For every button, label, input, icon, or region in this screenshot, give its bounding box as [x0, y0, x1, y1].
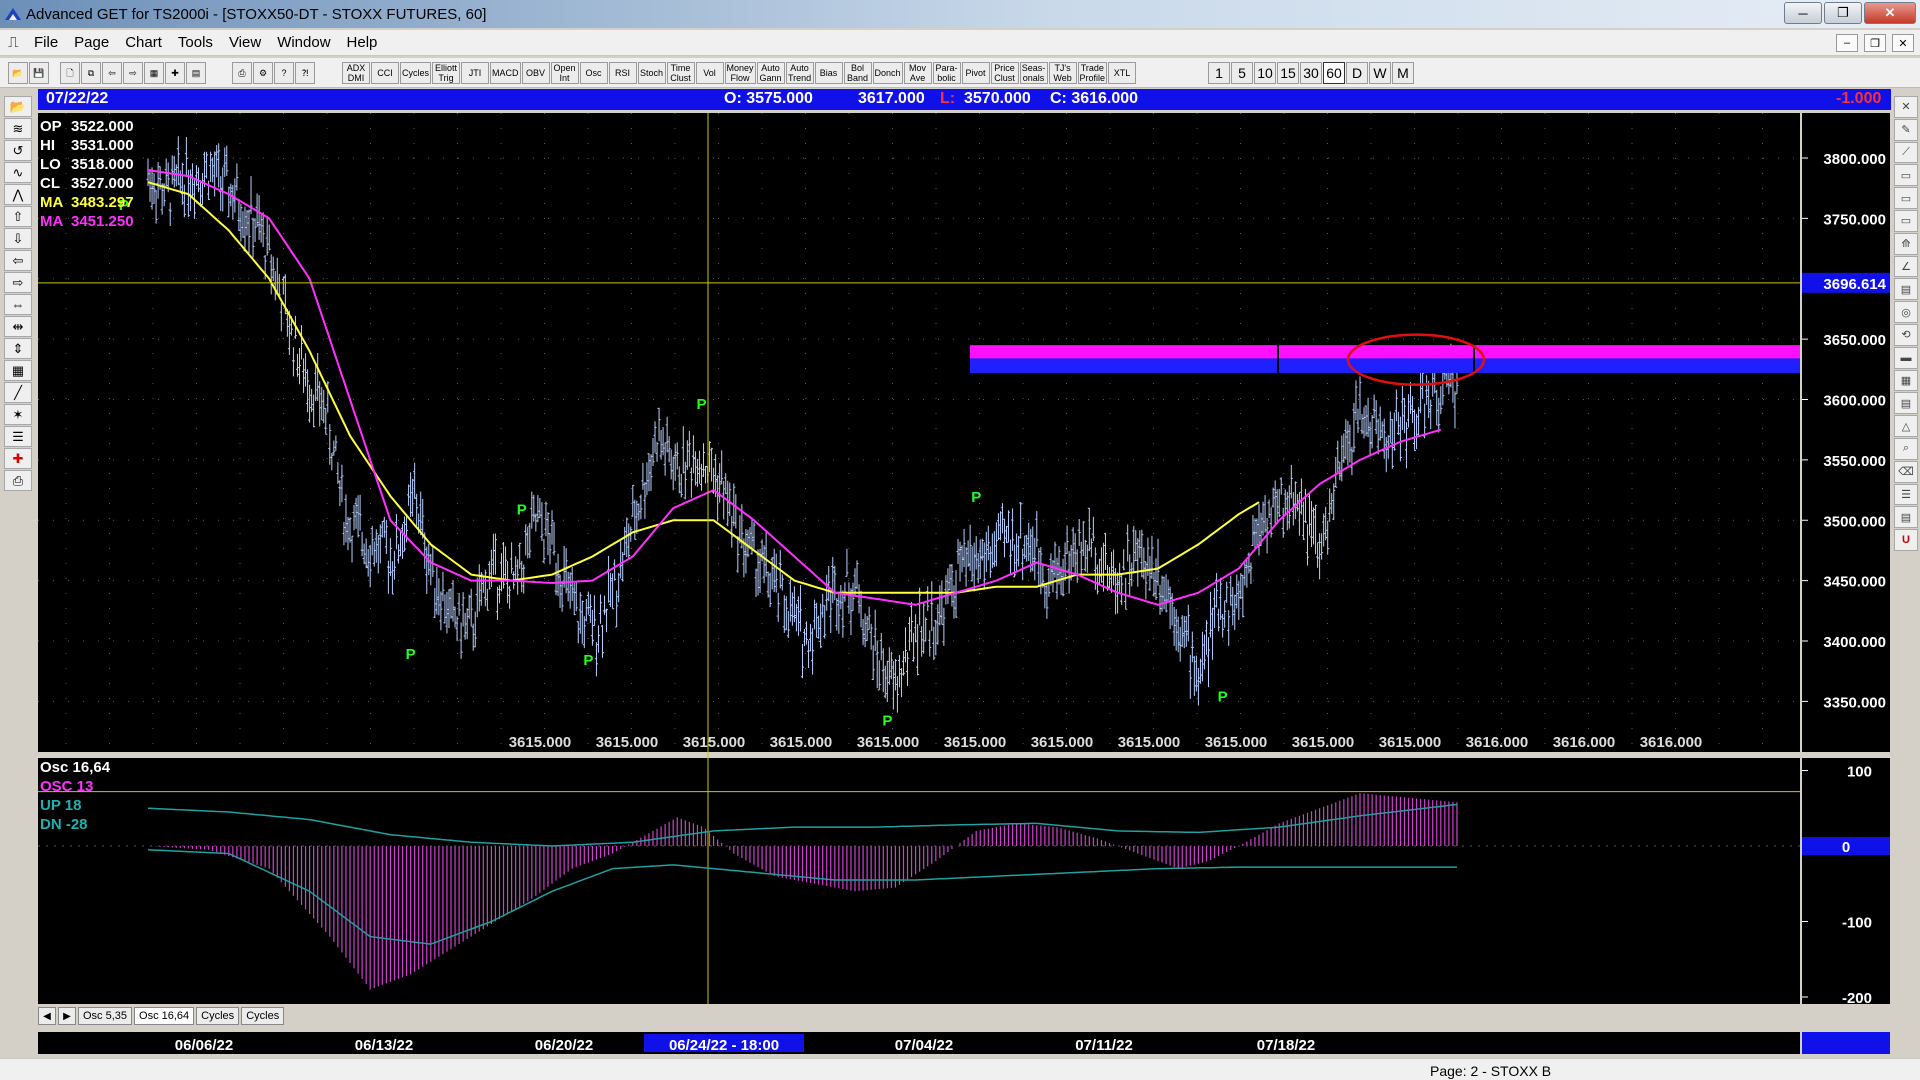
- resistance-zone-top[interactable]: [970, 345, 1800, 359]
- osc-tick-label: -200: [1842, 990, 1872, 1007]
- bottom-value-label: 3616.000: [1640, 734, 1703, 751]
- tab-osc-16-64[interactable]: Osc 16,64: [134, 1007, 195, 1025]
- legend-value: 3451.250: [71, 213, 134, 230]
- bottom-value-label: 3615.000: [857, 734, 920, 751]
- price-scale: [1802, 113, 1890, 752]
- price-tick-label: 3400.000: [1823, 634, 1886, 651]
- app-window: Advanced GET for TS2000i - [STOXX50-DT -…: [0, 0, 1920, 1080]
- osc-tick-label: -100: [1842, 915, 1872, 932]
- osc-scale: [1802, 758, 1890, 1004]
- price-tick-label: 3650.000: [1823, 332, 1886, 349]
- legend-value: 3522.000: [71, 118, 134, 135]
- price-legend-row: CL 3527.000: [40, 175, 134, 192]
- price-tick-label: 3550.000: [1823, 453, 1886, 470]
- tab-osc-5-35[interactable]: Osc 5,35: [78, 1007, 133, 1025]
- price-tick-label: 3600.000: [1823, 393, 1886, 410]
- bottom-value-label: 3615.000: [1118, 734, 1181, 751]
- date-label: 07/11/22: [1075, 1037, 1133, 1054]
- date-label: 06/20/22: [535, 1037, 593, 1054]
- price-tick-label: 3350.000: [1823, 694, 1886, 711]
- bottom-value-label: 3615.000: [1031, 734, 1094, 751]
- osc-legend-row: DN -28: [40, 816, 88, 833]
- date-label: 06/06/22: [175, 1037, 233, 1054]
- legend-value: 3483.297: [71, 194, 134, 211]
- status-bar: Page: 2 - STOXX B: [0, 1058, 1920, 1080]
- bottom-value-label: 3615.000: [509, 734, 572, 751]
- crosshair-price-label: 3696.614: [1823, 276, 1886, 293]
- date-label: 07/04/22: [895, 1037, 953, 1054]
- pivot-marker[interactable]: P: [1218, 688, 1228, 705]
- pivot-marker[interactable]: P: [583, 652, 593, 669]
- resistance-zone-bottom[interactable]: [970, 358, 1800, 373]
- legend-value: 3518.000: [71, 156, 134, 173]
- legend-label: MA: [40, 213, 63, 230]
- bottom-value-label: 3615.000: [944, 734, 1007, 751]
- osc-panel[interactable]: [38, 758, 1800, 1004]
- osc-legend-row: Osc 16,64: [40, 759, 111, 776]
- bottom-value-label: 3615.000: [770, 734, 833, 751]
- bottom-value-label: 3615.000: [1379, 734, 1442, 751]
- osc-legend-row: UP 18: [40, 797, 81, 814]
- pivot-marker[interactable]: P: [406, 646, 416, 663]
- legend-label: LO: [40, 156, 61, 173]
- bottom-value-label: 3615.000: [1205, 734, 1268, 751]
- date-axis-corner: [1802, 1032, 1890, 1054]
- date-label: 06/13/22: [355, 1037, 413, 1054]
- indicator-tabs: ◀ ▶ Osc 5,35 Osc 16,64 Cycles Cycles: [38, 1006, 1798, 1026]
- legend-label: MA: [40, 194, 63, 211]
- legend-value: 3531.000: [71, 137, 134, 154]
- osc-legend-row: OSC 13: [40, 778, 93, 795]
- status-page: Page: 2 - STOXX B: [1430, 1063, 1552, 1079]
- bottom-value-label: 3616.000: [1466, 734, 1529, 751]
- price-tick-label: 3750.000: [1823, 211, 1886, 228]
- price-panel[interactable]: [38, 113, 1800, 752]
- bottom-value-label: 3615.000: [683, 734, 746, 751]
- tab-cycles[interactable]: Cycles: [196, 1007, 240, 1025]
- tab-cycles-2[interactable]: Cycles: [241, 1007, 285, 1025]
- bottom-value-label: 3615.000: [596, 734, 659, 751]
- price-tick-label: 3500.000: [1823, 513, 1886, 530]
- bottom-value-label: 3616.000: [1553, 734, 1616, 751]
- legend-value: 3527.000: [71, 175, 134, 192]
- price-legend-row: MA 3451.250: [40, 213, 134, 230]
- price-legend-row: OP 3522.000: [40, 118, 134, 135]
- price-legend-row: HI 3531.000: [40, 137, 134, 154]
- pivot-marker[interactable]: P: [696, 396, 706, 413]
- legend-label: OP: [40, 118, 62, 135]
- osc-zero-label: 0: [1842, 839, 1850, 856]
- price-legend-row: MA 3483.297: [40, 194, 134, 211]
- pivot-marker[interactable]: P: [517, 501, 527, 518]
- legend-label: HI: [40, 137, 55, 154]
- chart-area[interactable]: 3696.614PPPPPPPP3800.0003750.0003650.000…: [0, 0, 1920, 1080]
- tab-scroll-right-icon[interactable]: ▶: [58, 1007, 76, 1025]
- pivot-marker[interactable]: P: [882, 712, 892, 729]
- tab-scroll-left-icon[interactable]: ◀: [38, 1007, 56, 1025]
- price-tick-label: 3800.000: [1823, 151, 1886, 168]
- osc-tick-label: 100: [1847, 764, 1872, 781]
- date-label: 06/24/22 - 18:00: [669, 1037, 779, 1054]
- pivot-marker[interactable]: P: [971, 489, 981, 506]
- legend-label: CL: [40, 175, 60, 192]
- price-tick-label: 3450.000: [1823, 574, 1886, 591]
- price-legend-row: LO 3518.000: [40, 156, 134, 173]
- date-label: 07/18/22: [1257, 1037, 1315, 1054]
- bottom-value-label: 3615.000: [1292, 734, 1355, 751]
